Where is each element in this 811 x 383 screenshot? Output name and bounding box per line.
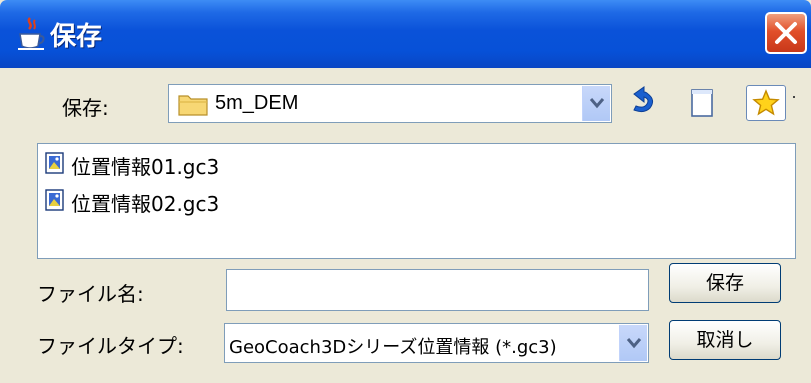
save-button[interactable]: 保存 [669,263,781,303]
image-file-icon [45,152,64,174]
filename-label: ファイル名: [37,282,144,306]
java-coffee-cup-icon [18,17,45,50]
file-name: 位置情報01.gc3 [71,155,220,179]
filetype-value: GeoCoach3Dシリーズ位置情報 (*.gc3) [229,337,557,358]
save-in-combo[interactable]: 5m_DEM [168,84,612,123]
save-in-dropdown-button[interactable] [582,86,610,121]
close-button[interactable] [765,12,807,54]
file-name: 位置情報02.gc3 [71,192,220,216]
toolbar-overflow[interactable] [793,96,795,98]
up-folder-icon[interactable] [622,86,658,118]
window-title: 保存 [50,22,103,52]
close-x-icon [775,22,797,44]
image-file-icon [45,189,64,211]
file-list[interactable]: 位置情報01.gc3 位置情報02.gc3 [37,143,796,259]
filetype-dropdown-button[interactable] [619,325,647,361]
new-folder-icon[interactable] [690,88,716,118]
save-dialog: 保存 保存: 5m_DEM 位置情報01.gc3 位置情報02.gc3 ファイル… [0,0,811,383]
filename-input[interactable] [226,269,649,311]
cancel-button[interactable]: 取消し [669,320,781,360]
title-bar[interactable]: 保存 [0,0,811,68]
favorites-star-icon [752,89,780,116]
filetype-label: ファイルタイプ: [37,334,184,358]
folder-icon [178,95,208,116]
favorites-button[interactable] [746,85,786,121]
chevron-down-icon [626,338,642,349]
save-in-folder-name: 5m_DEM [215,92,299,114]
save-in-label: 保存: [62,96,109,120]
chevron-down-icon [589,98,605,109]
filetype-combo[interactable]: GeoCoach3Dシリーズ位置情報 (*.gc3) [224,323,649,363]
